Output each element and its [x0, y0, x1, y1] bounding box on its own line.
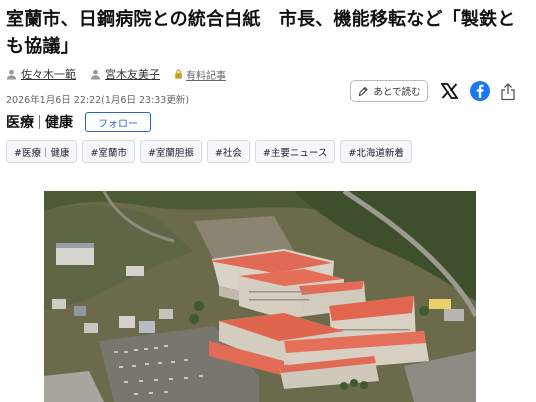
person-icon: [6, 69, 17, 80]
share-x-button[interactable]: [438, 80, 460, 102]
topic-header: 医療 健康 フォロー: [6, 112, 151, 132]
read-later-button[interactable]: あとで読む: [350, 80, 428, 102]
article-photo: [44, 191, 476, 402]
lock-icon: [175, 69, 182, 79]
follow-button[interactable]: フォロー: [85, 112, 151, 132]
read-later-label: あとで読む: [373, 87, 421, 98]
tag-chip[interactable]: #室蘭市: [82, 140, 135, 163]
bookmark-icon: [359, 86, 369, 97]
article-timestamp: 2026年1月6日 22:22(1月6日 23:33更新): [6, 95, 190, 106]
paid-article-badge[interactable]: 有料記事: [174, 67, 226, 82]
aerial-hospital-photo: [44, 191, 476, 402]
author-name: 宮木友美子: [105, 68, 160, 81]
x-logo-icon: [440, 83, 458, 99]
tag-chip[interactable]: #社会: [206, 140, 250, 163]
byline-row: 佐々木一範 宮木友美子 有料記事: [6, 66, 226, 82]
topic-primary[interactable]: 医療: [6, 112, 34, 132]
author-name: 佐々木一範: [21, 68, 76, 81]
share-facebook-button[interactable]: [469, 80, 491, 102]
topic-divider: [39, 115, 40, 129]
facebook-icon: [470, 81, 490, 101]
share-icon: [501, 82, 515, 100]
author-link[interactable]: 佐々木一範: [6, 66, 76, 82]
tag-chip[interactable]: #主要ニュース: [254, 140, 336, 163]
article-headline: 室蘭市、日鋼病院との統合白紙 市長、機能移転など「製鉄とも協議」: [6, 9, 516, 57]
tag-chip[interactable]: #医療｜健康: [6, 140, 78, 163]
paid-label: 有料記事: [186, 70, 226, 82]
topic-secondary[interactable]: 健康: [45, 112, 73, 132]
author-link[interactable]: 宮木友美子: [90, 66, 160, 82]
tag-list: #医療｜健康 #室蘭市 #室蘭胆振 #社会 #主要ニュース #北海道新着: [6, 140, 417, 163]
tag-chip[interactable]: #室蘭胆振: [139, 140, 202, 163]
tag-chip[interactable]: #北海道新着: [340, 140, 412, 163]
person-icon: [90, 69, 101, 80]
share-more-button[interactable]: [498, 80, 518, 102]
